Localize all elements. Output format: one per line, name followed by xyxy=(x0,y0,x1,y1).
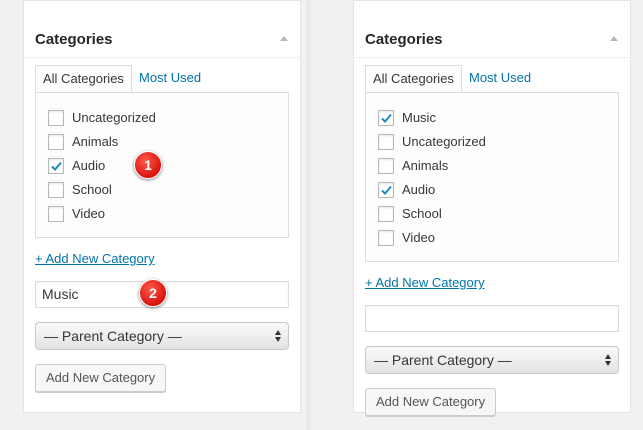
triangle-up-icon[interactable] xyxy=(610,36,618,41)
parent-category-value: — Parent Category — xyxy=(44,328,182,344)
panel-gap-shade xyxy=(306,0,311,430)
category-checklist: Uncategorized Animals Audio School Video xyxy=(35,92,289,238)
panel-header[interactable]: Categories xyxy=(24,1,300,58)
category-checkbox[interactable] xyxy=(378,158,394,174)
category-checkbox-checked[interactable] xyxy=(378,182,394,198)
category-checkbox[interactable] xyxy=(48,182,64,198)
parent-category-select[interactable]: — Parent Category — xyxy=(365,346,619,374)
add-new-category-link[interactable]: + Add New Category xyxy=(365,275,485,290)
category-checkbox[interactable] xyxy=(378,206,394,222)
add-new-category-link[interactable]: + Add New Category xyxy=(35,251,155,266)
category-checklist: Music Uncategorized Animals Audio School… xyxy=(365,92,619,262)
categories-panel-after: Categories All Categories Most Used Musi… xyxy=(353,0,631,416)
category-checkbox[interactable] xyxy=(48,110,64,126)
category-label: Audio xyxy=(402,182,436,197)
tab-most-used[interactable]: Most Used xyxy=(132,65,208,92)
checkmark-icon xyxy=(51,161,62,171)
category-checkbox[interactable] xyxy=(48,206,64,222)
category-label: Video xyxy=(72,206,106,221)
panel-header[interactable]: Categories xyxy=(354,1,630,58)
category-checkbox[interactable] xyxy=(378,230,394,246)
category-checkbox-checked[interactable] xyxy=(48,158,64,174)
category-checkbox[interactable] xyxy=(378,134,394,150)
category-label: School xyxy=(72,182,112,197)
parent-category-value: — Parent Category — xyxy=(374,352,512,368)
category-checkbox-checked[interactable] xyxy=(378,110,394,126)
add-new-category-button[interactable]: Add New Category xyxy=(365,388,497,416)
add-new-category-button[interactable]: Add New Category xyxy=(35,364,167,392)
category-label: Uncategorized xyxy=(72,110,156,125)
category-label: Uncategorized xyxy=(402,134,486,149)
tab-all-categories[interactable]: All Categories xyxy=(365,65,462,92)
checkmark-icon xyxy=(381,113,392,123)
step-marker-2: 2 xyxy=(139,279,167,307)
category-label: Animals xyxy=(402,158,449,173)
category-label: Music xyxy=(402,110,436,125)
tab-most-used[interactable]: Most Used xyxy=(462,65,538,92)
categories-panel-before: Categories All Categories Most Used Unca… xyxy=(23,0,301,413)
tab-all-categories[interactable]: All Categories xyxy=(35,65,132,92)
category-label: Animals xyxy=(72,134,119,149)
panel-title: Categories xyxy=(365,31,443,48)
category-label: Audio xyxy=(72,158,106,173)
new-category-input[interactable] xyxy=(365,305,619,332)
parent-category-select[interactable]: — Parent Category — xyxy=(35,322,289,350)
triangle-up-icon[interactable] xyxy=(280,36,288,41)
category-checkbox[interactable] xyxy=(48,134,64,150)
checkmark-icon xyxy=(381,185,392,195)
updown-arrows-icon xyxy=(605,353,613,367)
category-label: Video xyxy=(402,230,436,245)
step-marker-1: 1 xyxy=(134,151,162,179)
category-label: School xyxy=(402,206,442,221)
updown-arrows-icon xyxy=(275,329,283,343)
panel-title: Categories xyxy=(35,31,113,48)
